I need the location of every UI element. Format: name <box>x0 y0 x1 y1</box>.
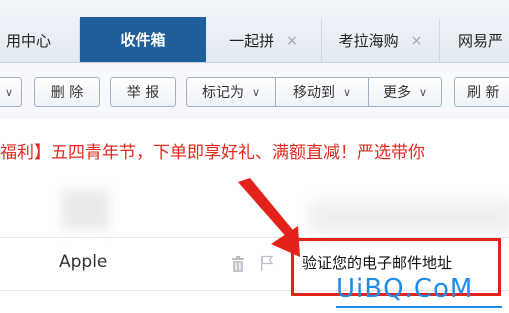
mail-sender[interactable]: Apple <box>59 252 107 272</box>
chevron-down-icon: ∨ <box>342 85 352 99</box>
tab-yiqipin-label: 一起拼 <box>229 32 275 50</box>
tab-kaola[interactable]: 考拉海购 × <box>322 19 440 62</box>
close-icon[interactable]: × <box>286 33 298 49</box>
refresh-button[interactable]: 刷 新 <box>454 77 509 107</box>
more-label: 更多 <box>382 85 411 101</box>
tab-wangyi[interactable]: 网易严 <box>440 19 509 62</box>
tab-app-center-label: 用中心 <box>6 32 52 50</box>
tab-inbox-label: 收件箱 <box>120 31 166 49</box>
mail-toolbar: ∨ 删 除 举 报 标记为 ∨ 移动到 ∨ 更多 ∨ 刷 新 <box>0 63 509 119</box>
promo-banner[interactable]: 福利】五四青年节，下单即享好礼、满额直减！严选带你 <box>0 138 425 163</box>
flag-icon[interactable] <box>260 255 274 271</box>
mark-as-label: 标记为 <box>201 85 244 101</box>
blurred-avatar <box>62 190 110 230</box>
tab-app-center[interactable]: 用中心 <box>0 19 80 62</box>
mail-subject[interactable]: 验证您的电子邮件地址 <box>302 252 452 273</box>
mark-as-button[interactable]: 标记为 ∨ <box>186 77 276 107</box>
trash-icon[interactable] <box>231 256 245 272</box>
more-button[interactable]: 更多 ∨ <box>368 77 442 107</box>
chevron-down-icon: ∨ <box>418 85 428 99</box>
tab-wangyi-label: 网易严 <box>458 32 504 50</box>
delete-button-label: 删 除 <box>50 85 84 101</box>
watermark-logo: UiBQ.CoM <box>336 274 474 304</box>
tab-inbox[interactable]: 收件箱 <box>80 17 206 62</box>
report-button[interactable]: 举 报 <box>110 77 176 107</box>
move-to-button[interactable]: 移动到 ∨ <box>275 77 369 107</box>
chevron-down-icon: ∨ <box>251 85 261 99</box>
report-button-label: 举 报 <box>126 85 160 101</box>
chevron-down-icon: ∨ <box>4 85 14 99</box>
delete-button[interactable]: 删 除 <box>34 77 100 107</box>
watermark-underline <box>336 306 502 308</box>
tab-yiqipin[interactable]: 一起拼 × <box>206 19 322 62</box>
close-icon[interactable]: × <box>411 33 423 49</box>
move-to-label: 移动到 <box>292 85 335 101</box>
blurred-text <box>310 200 509 234</box>
refresh-label: 刷 新 <box>467 85 500 101</box>
tab-bar: 用中心 收件箱 一起拼 × 考拉海购 × 网易严 <box>0 0 509 63</box>
tab-kaola-label: 考拉海购 <box>338 32 399 50</box>
select-dropdown-button[interactable]: ∨ <box>0 77 22 107</box>
